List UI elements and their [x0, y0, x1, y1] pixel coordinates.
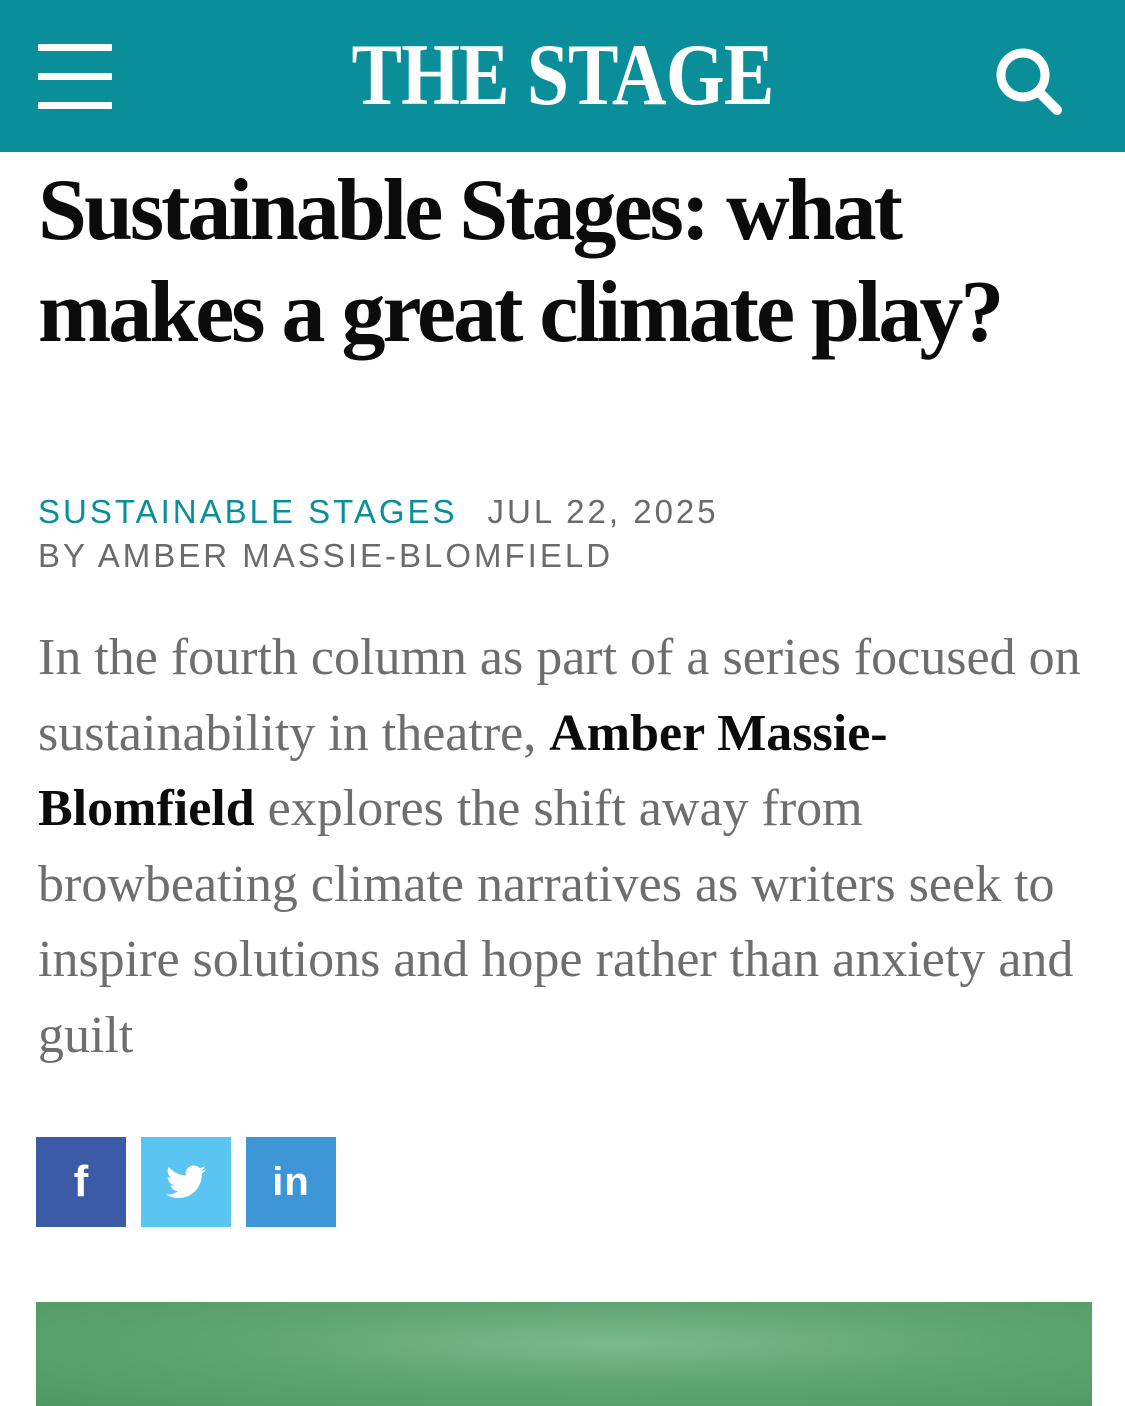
share-linkedin-button[interactable]: in	[246, 1137, 336, 1227]
hamburger-menu-icon[interactable]	[38, 44, 112, 110]
facebook-icon: f	[73, 1157, 89, 1206]
site-header: THE STAGE	[0, 0, 1125, 152]
twitter-bird-icon	[166, 1165, 206, 1198]
search-icon[interactable]	[990, 40, 1070, 120]
menu-line	[38, 102, 112, 109]
publish-date: JUL 22, 2025	[487, 493, 719, 530]
search-icon-graphic	[996, 48, 1062, 115]
article-byline: BY AMBER MASSIE-BLOMFIELD	[38, 537, 614, 574]
site-logo[interactable]: THE STAGE	[337, 26, 789, 126]
category-link[interactable]: SUSTAINABLE STAGES	[38, 493, 458, 530]
menu-line	[38, 44, 112, 51]
article-hero-image	[36, 1302, 1092, 1406]
article-meta: SUSTAINABLE STAGES JUL 22, 2025 BY AMBER …	[38, 490, 1098, 578]
menu-line	[38, 73, 112, 80]
share-facebook-button[interactable]: f	[36, 1137, 126, 1227]
article-headline: Sustainable Stages: what makes a great c…	[38, 162, 1004, 361]
share-twitter-button[interactable]	[141, 1137, 231, 1227]
linkedin-icon: in	[272, 1159, 310, 1204]
article-standfirst: In the fourth column as part of a series…	[38, 620, 1098, 1073]
